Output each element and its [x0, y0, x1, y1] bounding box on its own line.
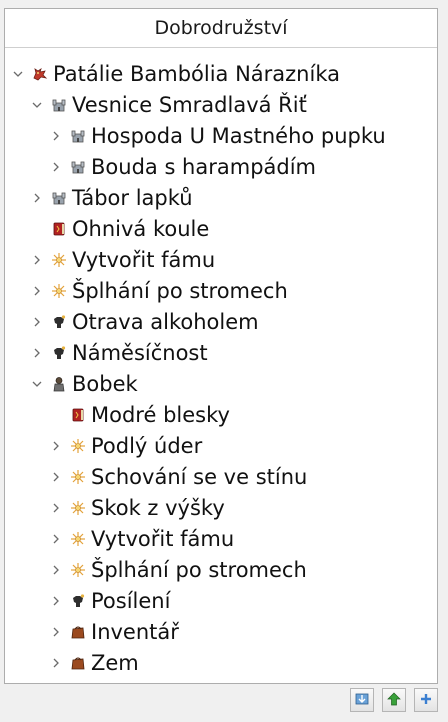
- tree-node-label: Podlý úder: [91, 433, 203, 458]
- tree-node[interactable]: Inventář: [5, 616, 437, 647]
- tree-node-label: Inventář: [91, 619, 179, 644]
- tree-node-label: Šplhání po stromech: [91, 557, 307, 582]
- tree-node-label: Modré blesky: [91, 402, 230, 427]
- tree-node-label: Tábor lapků: [72, 185, 193, 210]
- chevron-right-icon[interactable]: [31, 347, 43, 359]
- sparkle-icon: [70, 562, 86, 578]
- castle-icon: [70, 159, 86, 175]
- tree-node-label: Otrava alkoholem: [72, 309, 259, 334]
- import-icon: [355, 691, 369, 710]
- creature-icon: [70, 593, 86, 609]
- tree-header[interactable]: Dobrodružství: [5, 9, 437, 48]
- sparkle-icon: [70, 531, 86, 547]
- bag-icon: [70, 624, 86, 640]
- tree-node[interactable]: Náměsíčnost: [5, 337, 437, 368]
- chevron-right-icon[interactable]: [31, 192, 43, 204]
- tree-node-label: Bouda s harampádím: [91, 154, 317, 179]
- tree-node-label: Bobek: [72, 371, 138, 396]
- chevron-down-icon[interactable]: [31, 378, 43, 390]
- castle-icon: [70, 128, 86, 144]
- chevron-right-icon[interactable]: [50, 595, 62, 607]
- chevron-right-icon[interactable]: [50, 626, 62, 638]
- tree-node-label: Vytvořit fámu: [91, 526, 235, 551]
- tree-node-label: Šplhání po stromech: [72, 278, 288, 303]
- tree-node[interactable]: Modré blesky: [5, 399, 437, 430]
- tree-toolbar: [350, 688, 438, 712]
- tree-node[interactable]: Šplhání po stromech: [5, 275, 437, 306]
- chevron-right-icon[interactable]: [50, 657, 62, 669]
- chevron-right-icon[interactable]: [50, 440, 62, 452]
- adventure-tree-panel: Dobrodružství Patálie Bambólia Nárazníka…: [4, 8, 438, 684]
- tree-node[interactable]: Vytvořit fámu: [5, 244, 437, 275]
- castle-icon: [51, 97, 67, 113]
- tree-node-label: Patálie Bambólia Nárazníka: [53, 61, 340, 86]
- tree-node[interactable]: Hospoda U Mastného pupku: [5, 120, 437, 151]
- move-up-icon: [387, 691, 401, 710]
- chevron-right-icon[interactable]: [50, 533, 62, 545]
- tree-node[interactable]: Skok z výšky: [5, 492, 437, 523]
- tree-node[interactable]: Tábor lapků: [5, 182, 437, 213]
- chevron-right-icon[interactable]: [50, 564, 62, 576]
- tree-node[interactable]: Bobek: [5, 368, 437, 399]
- chevron-right-icon[interactable]: [50, 502, 62, 514]
- move-up-button[interactable]: [382, 688, 406, 712]
- castle-icon: [51, 190, 67, 206]
- dragon-icon: [32, 66, 48, 82]
- chevron-right-icon[interactable]: [50, 471, 62, 483]
- creature-icon: [51, 314, 67, 330]
- tree-node-label: Zem: [91, 650, 139, 675]
- tree-node-label: Náměsíčnost: [72, 340, 208, 365]
- tree-node[interactable]: Ohnivá koule: [5, 213, 437, 244]
- chevron-down-icon[interactable]: [31, 99, 43, 111]
- chevron-right-icon[interactable]: [31, 316, 43, 328]
- tree-node[interactable]: Zem: [5, 647, 437, 678]
- add-icon: [419, 691, 433, 710]
- chevron-right-icon[interactable]: [50, 161, 62, 173]
- tree-node[interactable]: Patálie Bambólia Nárazníka: [5, 58, 437, 89]
- tree-node-label: Hospoda U Mastného pupku: [91, 123, 386, 148]
- sparkle-icon: [70, 438, 86, 454]
- tree-node[interactable]: Šplhání po stromech: [5, 554, 437, 585]
- tree-node-label: Schování se ve stínu: [91, 464, 308, 489]
- tree-node-label: Skok z výšky: [91, 495, 225, 520]
- tree-node-label: Vesnice Smradlavá Řiť: [72, 92, 307, 117]
- sparkle-icon: [51, 252, 67, 268]
- tree-node[interactable]: Posílení: [5, 585, 437, 616]
- tree-node[interactable]: Vesnice Smradlavá Řiť: [5, 89, 437, 120]
- tree-header-title: Dobrodružství: [154, 17, 288, 39]
- tree-node-label: Posílení: [91, 588, 171, 613]
- sparkle-icon: [51, 283, 67, 299]
- tree-node-label: Vytvořit fámu: [72, 247, 216, 272]
- bag-icon: [70, 655, 86, 671]
- tree-node-label: Ohnivá koule: [72, 216, 210, 241]
- tree-node[interactable]: Otrava alkoholem: [5, 306, 437, 337]
- sparkle-icon: [70, 469, 86, 485]
- tree-node[interactable]: Schování se ve stínu: [5, 461, 437, 492]
- creature-icon: [51, 345, 67, 361]
- character-icon: [51, 376, 67, 392]
- spellbook-icon: [51, 221, 67, 237]
- tree-node[interactable]: Podlý úder: [5, 430, 437, 461]
- tree-node[interactable]: Vytvořit fámu: [5, 523, 437, 554]
- add-button[interactable]: [414, 688, 438, 712]
- tree-node[interactable]: Bouda s harampádím: [5, 151, 437, 182]
- import-button[interactable]: [350, 688, 374, 712]
- chevron-right-icon[interactable]: [50, 130, 62, 142]
- sparkle-icon: [70, 500, 86, 516]
- spellbook-icon: [70, 407, 86, 423]
- chevron-right-icon[interactable]: [31, 254, 43, 266]
- chevron-right-icon[interactable]: [31, 285, 43, 297]
- chevron-down-icon[interactable]: [12, 68, 24, 80]
